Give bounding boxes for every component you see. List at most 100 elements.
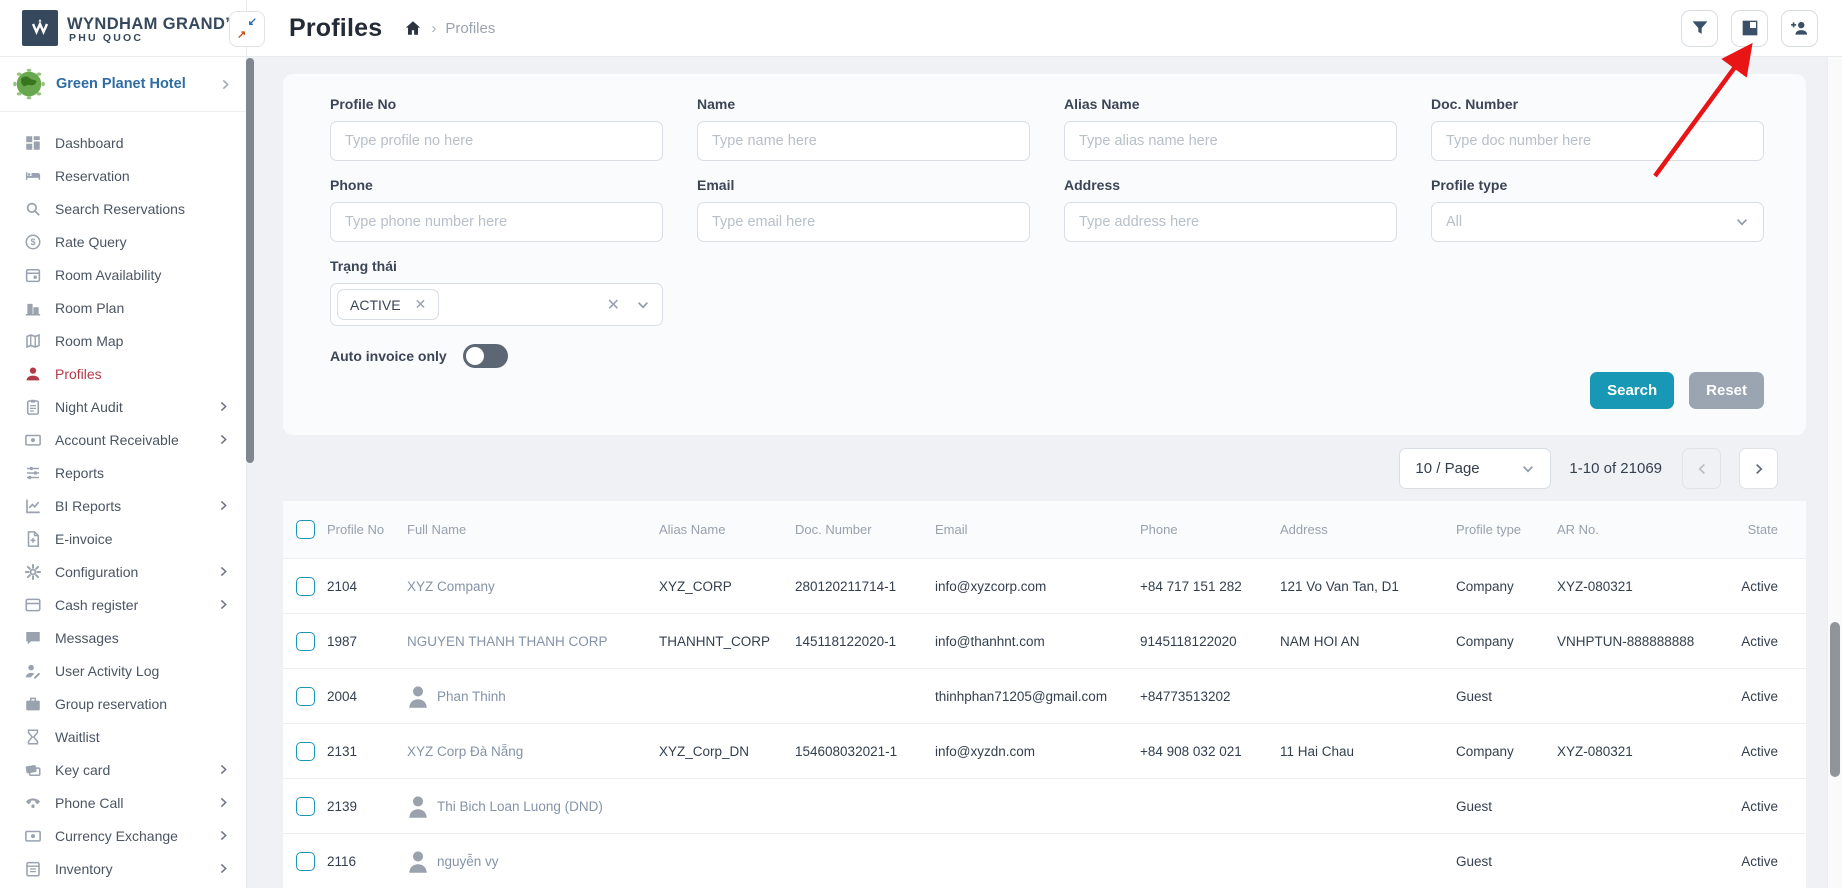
- row-checkbox[interactable]: [296, 742, 315, 761]
- sidebar-item-account-receivable[interactable]: Account Receivable: [0, 423, 246, 456]
- profile-name-link[interactable]: Thi Bich Loan Luong (DND): [437, 799, 603, 814]
- profile-name-link[interactable]: Phan Thinh: [437, 689, 506, 704]
- table-row[interactable]: 2004Phan Thinhthinhphan71205@gmail.com+8…: [283, 669, 1806, 724]
- filter-buttons: Search Reset: [330, 372, 1764, 409]
- page-scrollbar-thumb[interactable]: [1830, 622, 1840, 777]
- phone-input[interactable]: [330, 202, 663, 242]
- sidebar-item-room-map[interactable]: Room Map: [0, 324, 246, 357]
- column-header-profile-no: Profile No: [327, 522, 407, 537]
- sidebar-item-dashboard[interactable]: Dashboard: [0, 126, 246, 159]
- doc-number-input[interactable]: [1431, 121, 1764, 161]
- sidebar-item-label: Profiles: [55, 366, 230, 382]
- status-label: Trạng thái: [330, 258, 663, 274]
- sidebar-item-group-reservation[interactable]: Group reservation: [0, 687, 246, 720]
- sidebar-item-profiles[interactable]: Profiles: [0, 357, 246, 390]
- grid-icon: [1740, 18, 1760, 38]
- page-scrollbar[interactable]: [1827, 57, 1842, 888]
- email-input[interactable]: [697, 202, 1030, 242]
- profile-no-input[interactable]: [330, 121, 663, 161]
- add-profile-button[interactable]: [1781, 10, 1818, 47]
- sidebar-item-reports[interactable]: Reports: [0, 456, 246, 489]
- chevron-down-icon[interactable]: [636, 298, 650, 312]
- row-checkbox[interactable]: [296, 852, 315, 871]
- sidebar-item-room-availability[interactable]: Room Availability: [0, 258, 246, 291]
- page-size-select[interactable]: 10 / Page: [1399, 448, 1551, 489]
- sidebar-item-rate-query[interactable]: Rate Query: [0, 225, 246, 258]
- alias-name-input[interactable]: [1064, 121, 1397, 161]
- reset-button[interactable]: Reset: [1689, 372, 1764, 409]
- profile-type-select[interactable]: All: [1431, 202, 1764, 242]
- profile-name-link[interactable]: XYZ Corp Đà Nẵng: [407, 744, 523, 759]
- sidebar-item-messages[interactable]: Messages: [0, 621, 246, 654]
- clear-select-icon[interactable]: ✕: [607, 295, 620, 315]
- sidebar-item-e-invoice[interactable]: E-invoice: [0, 522, 246, 555]
- sidebar-item-key-card[interactable]: Key card: [0, 753, 246, 786]
- sidebar-item-reservation[interactable]: Reservation: [0, 159, 246, 192]
- remove-tag-icon[interactable]: ✕: [415, 296, 427, 313]
- sidebar-item-waitlist[interactable]: Waitlist: [0, 720, 246, 753]
- sidebar-item-configuration[interactable]: Configuration: [0, 555, 246, 588]
- profile-name-link[interactable]: XYZ Company: [407, 579, 495, 594]
- hotel-selector[interactable]: Green Planet Hotel: [0, 57, 246, 112]
- ar-no-cell: XYZ-080321: [1557, 579, 1721, 594]
- prev-page-button[interactable]: [1682, 448, 1721, 489]
- sidebar-item-night-audit[interactable]: Night Audit: [0, 390, 246, 423]
- profile-name-link[interactable]: nguyễn vy: [437, 854, 499, 869]
- select-all-checkbox[interactable]: [296, 520, 315, 539]
- table-row[interactable]: 2131XYZ Corp Đà NẵngXYZ_Corp_DN154608032…: [283, 724, 1806, 779]
- brand-name: WYNDHAM GRAND’: [67, 16, 230, 33]
- table-row[interactable]: 2139Thi Bich Loan Luong (DND)GuestActive: [283, 779, 1806, 834]
- sidebar-item-bi-reports[interactable]: BI Reports: [0, 489, 246, 522]
- alias-cell: THANHNT_CORP: [659, 634, 795, 649]
- chevron-right-icon: [217, 565, 230, 578]
- table-row[interactable]: 1987NGUYEN THANH THANH CORPTHANHNT_CORP1…: [283, 614, 1806, 669]
- row-checkbox[interactable]: [296, 797, 315, 816]
- collapse-arrow-icon: ↙: [248, 17, 257, 28]
- auto-invoice-toggle[interactable]: [463, 344, 508, 368]
- search-button[interactable]: Search: [1590, 372, 1674, 409]
- main-area: Profiles › Profiles Profile NoNameAlias …: [247, 0, 1842, 888]
- sidebar-item-inventory[interactable]: Inventory: [0, 852, 246, 885]
- row-checkbox-cell: [283, 852, 327, 871]
- email-cell: thinhphan71205@gmail.com: [935, 689, 1140, 704]
- sidebar-item-label: Reports: [55, 465, 230, 481]
- row-checkbox[interactable]: [296, 632, 315, 651]
- chevron-right-icon: [217, 499, 230, 512]
- column-header-profile-type: Profile type: [1456, 522, 1557, 537]
- sidebar-item-user-activity-log[interactable]: User Activity Log: [0, 654, 246, 687]
- alias-cell: XYZ_Corp_DN: [659, 744, 795, 759]
- sidebar-item-phone-call[interactable]: Phone Call: [0, 786, 246, 819]
- sidebar-item-room-plan[interactable]: Room Plan: [0, 291, 246, 324]
- sidebar-collapse-button[interactable]: ↙ ↗: [229, 11, 265, 47]
- phone-icon: [24, 794, 42, 812]
- bed-icon: [24, 167, 42, 185]
- status-multiselect[interactable]: ACTIVE ✕ ✕: [330, 283, 663, 326]
- row-checkbox-cell: [283, 797, 327, 816]
- table-row[interactable]: 2116nguyễn vyGuestActive: [283, 834, 1806, 888]
- sidebar-item-search-reservations[interactable]: Search Reservations: [0, 192, 246, 225]
- sidebar-scrollbar-thumb[interactable]: [246, 58, 254, 463]
- sidebar-item-label: Search Reservations: [55, 201, 230, 217]
- table-row[interactable]: 2104XYZ CompanyXYZ_CORP280120211714-1inf…: [283, 559, 1806, 614]
- brand-location: PHU QUOC: [67, 33, 230, 44]
- name-input[interactable]: [697, 121, 1030, 161]
- sliders-icon: [24, 464, 42, 482]
- content: Profile NoNameAlias NameDoc. NumberPhone…: [247, 57, 1842, 888]
- type-cell: Guest: [1456, 689, 1557, 704]
- doc-cell: 145118122020-1: [795, 634, 935, 649]
- address-input[interactable]: [1064, 202, 1397, 242]
- breadcrumb-current: Profiles: [445, 20, 495, 37]
- profile-name-link[interactable]: NGUYEN THANH THANH CORP: [407, 634, 608, 649]
- filter-button[interactable]: [1681, 10, 1718, 47]
- cashreg-icon: [24, 596, 42, 614]
- profile-no-cell: 2004: [327, 689, 407, 704]
- row-checkbox[interactable]: [296, 577, 315, 596]
- sidebar-item-cash-register[interactable]: Cash register: [0, 588, 246, 621]
- status-field: Trạng thái ACTIVE ✕ ✕: [330, 258, 663, 326]
- sidebar-item-currency-exchange[interactable]: Currency Exchange: [0, 819, 246, 852]
- next-page-button[interactable]: [1739, 448, 1778, 489]
- home-icon[interactable]: [404, 19, 422, 37]
- grid-view-button[interactable]: [1731, 10, 1768, 47]
- row-checkbox[interactable]: [296, 687, 315, 706]
- column-header-email: Email: [935, 522, 1140, 537]
